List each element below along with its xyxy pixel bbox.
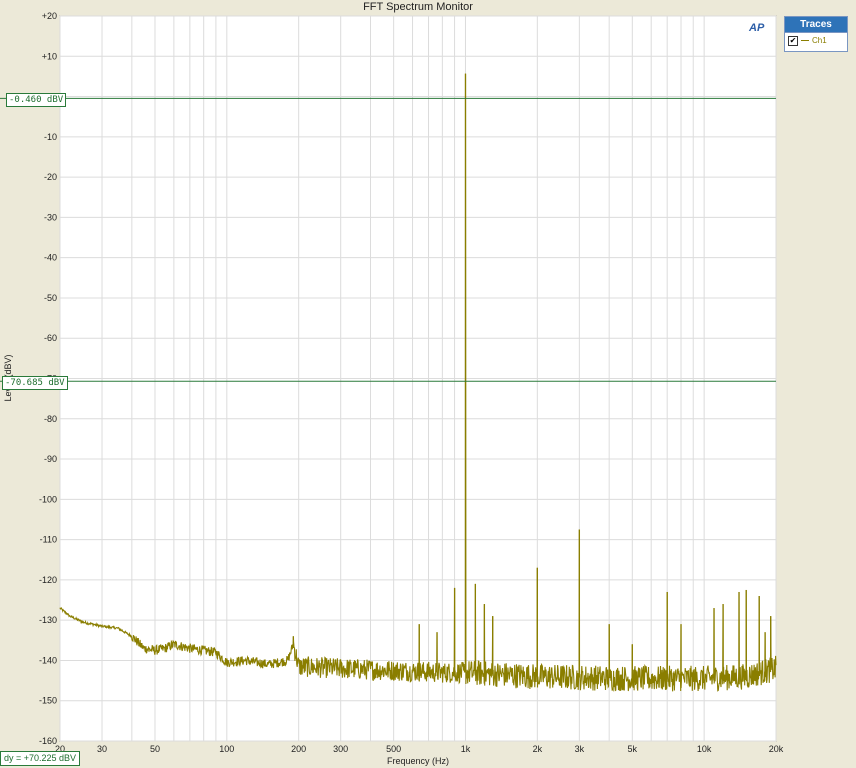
x-tick-label: 2k: [533, 744, 543, 754]
x-tick-label: 50: [150, 744, 160, 754]
y-tick-label: +10: [42, 51, 57, 61]
y-tick-label: -100: [39, 494, 57, 504]
traces-header: Traces: [785, 17, 847, 33]
y-tick-label: -20: [44, 172, 57, 182]
trace-label: Ch1: [812, 36, 827, 45]
x-tick-label: 100: [219, 744, 234, 754]
y-tick-label: -90: [44, 454, 57, 464]
trace-checkbox[interactable]: ✔: [788, 35, 798, 46]
ap-logo-icon: AP: [749, 22, 765, 34]
y-tick-label: -50: [44, 293, 57, 303]
cursor-upper-label[interactable]: -0.460 dBV: [6, 93, 67, 107]
cursor-delta-readout: dy = +70.225 dBV: [0, 751, 81, 766]
y-tick-label: -140: [39, 655, 57, 665]
y-tick-label: -60: [44, 333, 57, 343]
y-tick-label: -130: [39, 615, 57, 625]
y-tick-label: -120: [39, 575, 57, 585]
x-tick-label: 3k: [575, 744, 585, 754]
y-tick-label: -110: [40, 535, 57, 545]
spectrum-chart[interactable]: +20+100-10-20-30-40-50-60-70-80-90-100-1…: [0, 0, 856, 768]
x-tick-label: 10k: [697, 744, 712, 754]
fft-spectrum-window: FFT Spectrum Monitor +20+100-10-20-30-40…: [0, 0, 856, 768]
x-tick-label: 5k: [628, 744, 638, 754]
y-tick-label: -30: [44, 212, 57, 222]
y-tick-label: +20: [42, 11, 57, 21]
x-tick-label: 1k: [461, 744, 471, 754]
x-tick-label: 300: [333, 744, 348, 754]
y-tick-label: -10: [44, 132, 57, 142]
x-tick-label: 30: [97, 744, 107, 754]
x-tick-label: 500: [386, 744, 401, 754]
cursor-lower-label[interactable]: -70.685 dBV: [2, 376, 68, 390]
x-tick-label: 200: [291, 744, 306, 754]
trace-item-ch1[interactable]: ✔ Ch1: [785, 33, 847, 48]
x-axis-label: Frequency (Hz): [387, 756, 449, 766]
x-tick-label: 20k: [769, 744, 784, 754]
y-tick-label: -150: [39, 696, 57, 706]
y-tick-label: -80: [44, 414, 57, 424]
traces-panel: Traces ✔ Ch1: [784, 16, 848, 52]
y-tick-label: -40: [44, 253, 57, 263]
trace-color-swatch: [801, 40, 809, 41]
